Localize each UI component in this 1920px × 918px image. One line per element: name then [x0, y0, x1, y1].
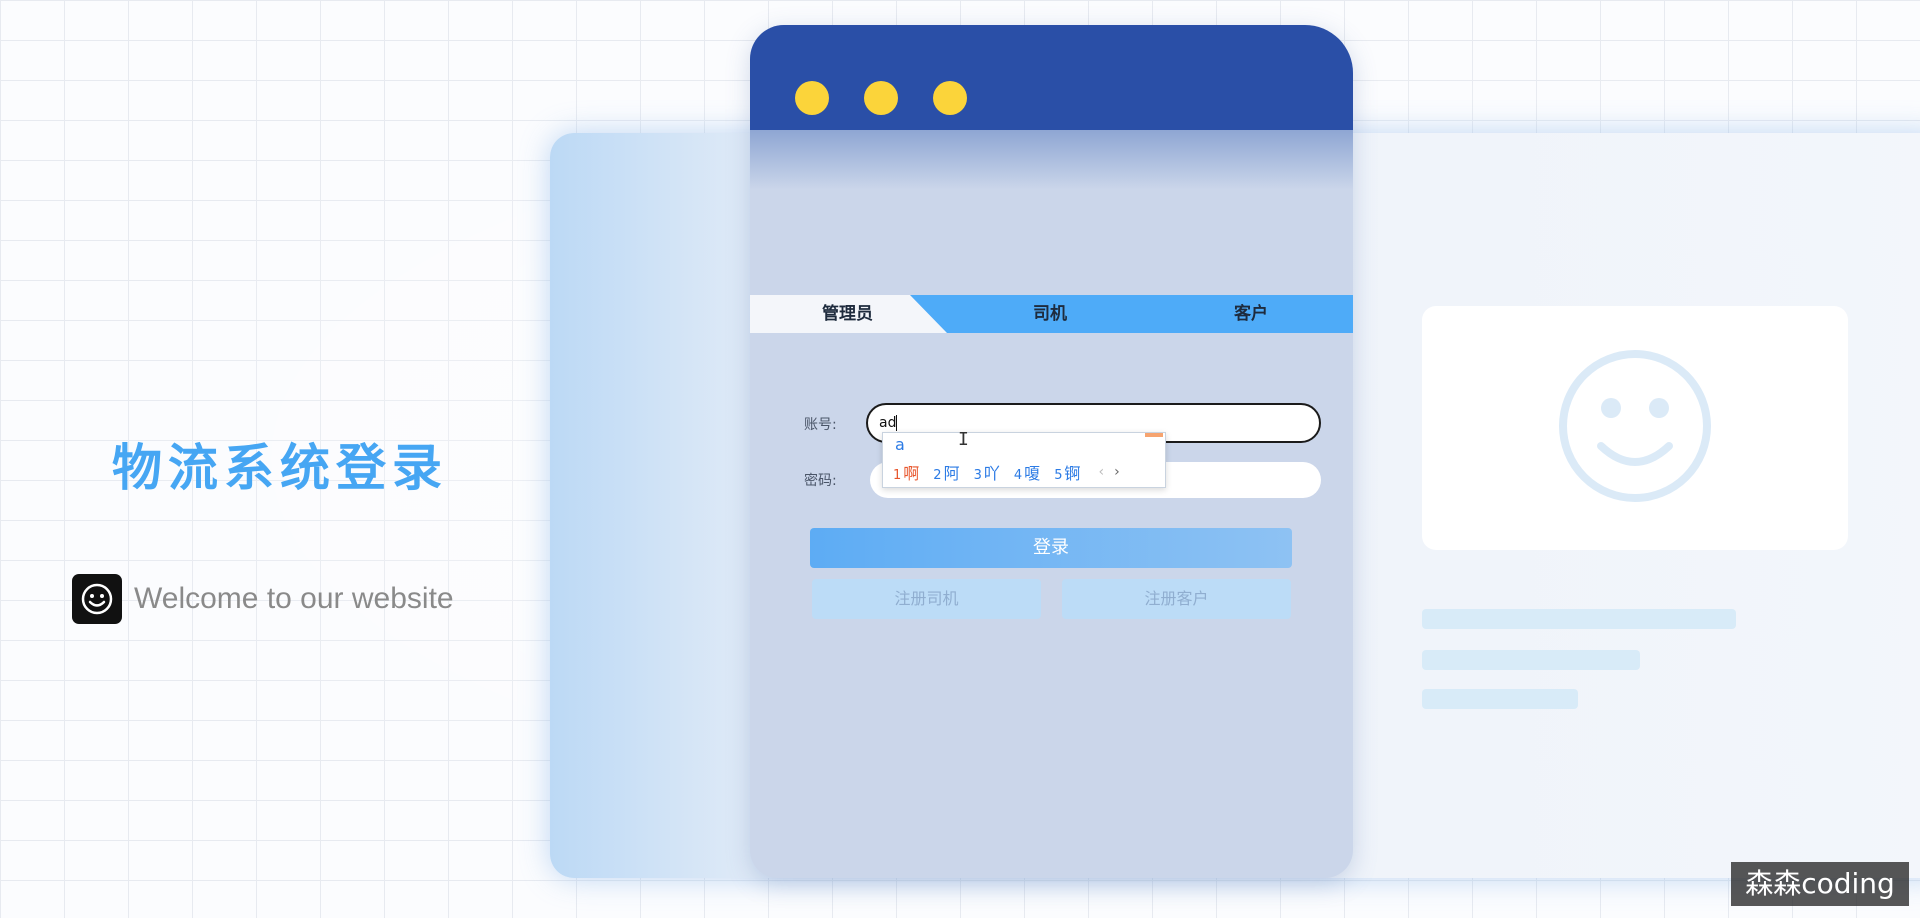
ime-candidate-popup: a 1啊 2阿 3吖 4嗄 5锕 ‹ ›: [882, 432, 1166, 488]
ime-candidate[interactable]: 5锕: [1054, 460, 1080, 484]
ime-toolbar-accent: [1145, 433, 1163, 437]
page-title: 物流系统登录: [112, 439, 448, 497]
text-cursor-icon: I: [958, 429, 969, 450]
ime-prev-page-icon[interactable]: ‹: [1098, 464, 1104, 480]
smiley-outline-icon: [1555, 346, 1715, 510]
smiley-icon: [72, 574, 122, 624]
password-label: 密码:: [804, 473, 837, 489]
placeholder-line: [1422, 650, 1640, 670]
ime-candidate[interactable]: 3吖: [974, 460, 1000, 484]
placeholder-line: [1422, 689, 1578, 709]
welcome-text: Welcome to our website: [134, 582, 454, 615]
placeholder-line: [1422, 609, 1736, 629]
window-titlebar: [750, 25, 1353, 137]
tab-driver[interactable]: 司机: [1033, 295, 1067, 333]
welcome-row: Welcome to our website: [72, 574, 454, 624]
tab-admin[interactable]: 管理员: [822, 295, 873, 333]
window-dot-icon: [864, 81, 898, 115]
ime-candidate[interactable]: 1啊: [893, 460, 919, 484]
window-dot-icon: [795, 81, 829, 115]
placeholder-card: [1422, 306, 1848, 550]
text-caret: [896, 415, 898, 431]
register-customer-button[interactable]: 注册客户: [1062, 579, 1291, 619]
account-label: 账号:: [804, 417, 837, 433]
role-tabs: 管理员 司机 客户: [750, 295, 1353, 333]
login-button[interactable]: 登录: [810, 528, 1292, 568]
ime-candidate[interactable]: 2阿: [933, 460, 959, 484]
watermark: 森森coding: [1731, 862, 1909, 906]
register-driver-button[interactable]: 注册司机: [812, 579, 1041, 619]
ime-next-page-icon[interactable]: ›: [1114, 464, 1120, 480]
tab-customer[interactable]: 客户: [1234, 295, 1268, 333]
ime-composition: a: [895, 435, 905, 454]
window-dot-icon: [933, 81, 967, 115]
ime-candidate[interactable]: 4嗄: [1014, 460, 1040, 484]
titlebar-fade: [750, 130, 1353, 190]
account-input-value: ad: [879, 415, 897, 431]
